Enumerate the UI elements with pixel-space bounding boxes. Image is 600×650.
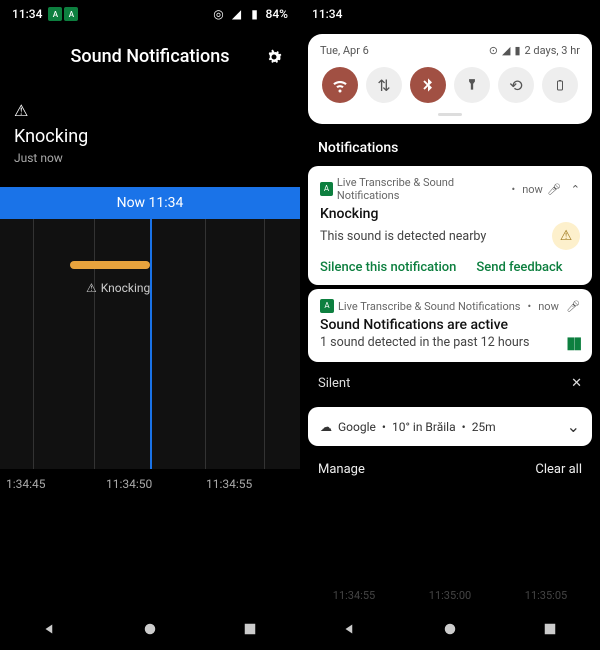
page-title: Sound Notifications — [70, 46, 229, 67]
notifications-section-label: Notifications — [300, 130, 600, 162]
status-time: 11:34 — [12, 7, 42, 21]
grid-line — [205, 219, 206, 469]
nav-bar — [300, 608, 600, 650]
notification-card[interactable]: A Live Transcribe & Sound Notifications … — [308, 166, 592, 285]
nav-bar — [0, 608, 300, 650]
status-bar: 11:34 — [300, 0, 600, 28]
battery-icon: ▮ — [514, 44, 520, 57]
background-time-axis: 11:34:55 11:35:00 11:35:05 — [300, 589, 600, 602]
timeline-event-label: ⚠ Knocking — [86, 281, 150, 295]
phone-left: 11:34 A A ◎ ◢ ▮ 84% Sound Notifications … — [0, 0, 300, 650]
app-indicator-icon-2: A — [64, 7, 78, 21]
time-axis: 1:34:45 11:34:50 11:34:55 — [0, 469, 300, 499]
wifi-icon: ◢ — [230, 7, 244, 21]
shade-footer: Manage Clear all — [300, 452, 600, 487]
notification-actions: Silence this notification Send feedback — [320, 260, 580, 275]
back-button[interactable] — [341, 620, 359, 638]
qs-date: Tue, Apr 6 — [320, 44, 369, 57]
qs-tiles-row: ⇅ ⟲ — [320, 57, 580, 107]
silent-label: Silent — [318, 376, 350, 391]
battery-text: 84% — [266, 7, 288, 21]
event-title: Knocking — [14, 126, 286, 147]
status-time: 11:34 — [312, 7, 342, 21]
qs-tile-wifi[interactable] — [322, 67, 358, 103]
timeline[interactable]: ⚠ Knocking — [0, 219, 300, 469]
alarm-icon: ⊙ — [489, 44, 498, 57]
separator-dot: • — [382, 420, 386, 434]
vibrate-icon: ◎ — [212, 7, 226, 21]
collapse-icon[interactable]: ⌃ — [571, 183, 580, 196]
qs-drag-handle[interactable] — [438, 113, 462, 116]
axis-tick: 11:34:55 — [200, 477, 300, 491]
latest-event: ⚠ Knocking Just now — [0, 85, 300, 175]
settings-button[interactable] — [264, 47, 284, 67]
mic-icon: 🎤︎ — [566, 300, 580, 313]
notification-app-name: Live Transcribe & Sound Notifications — [337, 176, 505, 202]
battery-estimate: 2 days, 3 hr — [525, 44, 581, 57]
notification-title: Sound Notifications are active — [320, 317, 580, 333]
weather-temp: 10° in Brăila — [392, 420, 456, 434]
cloud-icon: ☁ — [320, 420, 332, 434]
pause-button[interactable]: ▮▮ — [566, 333, 580, 352]
silence-action[interactable]: Silence this notification — [320, 260, 456, 275]
notification-card[interactable]: A Live Transcribe & Sound Notifications … — [308, 289, 592, 362]
dismiss-silent-button[interactable]: ✕ — [571, 376, 582, 391]
warning-icon: ⚠ — [552, 222, 580, 250]
qs-tile-data[interactable]: ⇅ — [366, 67, 402, 103]
clear-all-button[interactable]: Clear all — [535, 462, 582, 477]
grid-line — [33, 219, 34, 469]
back-button[interactable] — [41, 620, 59, 638]
home-button[interactable] — [441, 620, 459, 638]
expand-icon[interactable]: ⌄ — [567, 417, 580, 436]
signal-icon: ◢ — [502, 44, 510, 57]
notification-body: This sound is detected nearby ⚠ — [320, 222, 580, 250]
app-icon: A — [320, 182, 333, 196]
warning-icon: ⚠ — [86, 281, 97, 295]
notification-body: 1 sound detected in the past 12 hours ▮▮ — [320, 333, 580, 352]
quick-settings-panel[interactable]: Tue, Apr 6 ⊙ ◢ ▮ 2 days, 3 hr ⇅ ⟲ — [308, 34, 592, 124]
qs-tile-bluetooth[interactable] — [410, 67, 446, 103]
separator-dot — [508, 183, 518, 196]
qs-tile-rotate[interactable]: ⟲ — [498, 67, 534, 103]
weather-source: Google — [338, 420, 376, 434]
notification-app-name: Live Transcribe & Sound Notifications — [338, 300, 521, 313]
grid-line — [264, 219, 265, 469]
weather-age: 25m — [472, 420, 496, 434]
notification-time: now — [538, 300, 559, 313]
qs-tile-battery-saver[interactable] — [542, 67, 578, 103]
app-indicator-icon: A — [48, 7, 62, 21]
feedback-action[interactable]: Send feedback — [476, 260, 562, 275]
signal-icon: ▮ — [248, 7, 262, 21]
phone-right: 11:34 Tue, Apr 6 ⊙ ◢ ▮ 2 days, 3 hr ⇅ ⟲ … — [300, 0, 600, 650]
axis-tick: 1:34:45 — [0, 477, 100, 491]
sound-event-bar[interactable] — [70, 261, 150, 269]
status-bar: 11:34 A A ◎ ◢ ▮ 84% — [0, 0, 300, 28]
now-line — [150, 219, 152, 469]
axis-tick: 11:34:50 — [100, 477, 200, 491]
silent-section: Silent ✕ — [300, 366, 600, 401]
recents-button[interactable] — [541, 620, 559, 638]
notification-title: Knocking — [320, 206, 580, 222]
notification-header: A Live Transcribe & Sound Notifications … — [320, 176, 580, 202]
notification-time: now — [522, 183, 543, 196]
grid-line — [94, 219, 95, 469]
now-indicator[interactable]: Now 11:34 — [0, 187, 300, 219]
app-icon: A — [320, 299, 334, 313]
home-button[interactable] — [141, 620, 159, 638]
mic-icon: 🎤︎ — [547, 183, 561, 196]
qs-header: Tue, Apr 6 ⊙ ◢ ▮ 2 days, 3 hr — [320, 44, 580, 57]
qs-tile-flashlight[interactable] — [454, 67, 490, 103]
weather-card[interactable]: ☁ Google • 10° in Brăila • 25m ⌄ — [308, 407, 592, 446]
event-subtitle: Just now — [14, 151, 286, 165]
warning-icon: ⚠ — [14, 101, 286, 120]
app-header: Sound Notifications — [0, 28, 300, 85]
separator-dot — [525, 300, 535, 313]
separator-dot: • — [462, 420, 466, 434]
manage-button[interactable]: Manage — [318, 462, 365, 477]
notification-header: A Live Transcribe & Sound Notifications … — [320, 299, 580, 313]
recents-button[interactable] — [241, 620, 259, 638]
